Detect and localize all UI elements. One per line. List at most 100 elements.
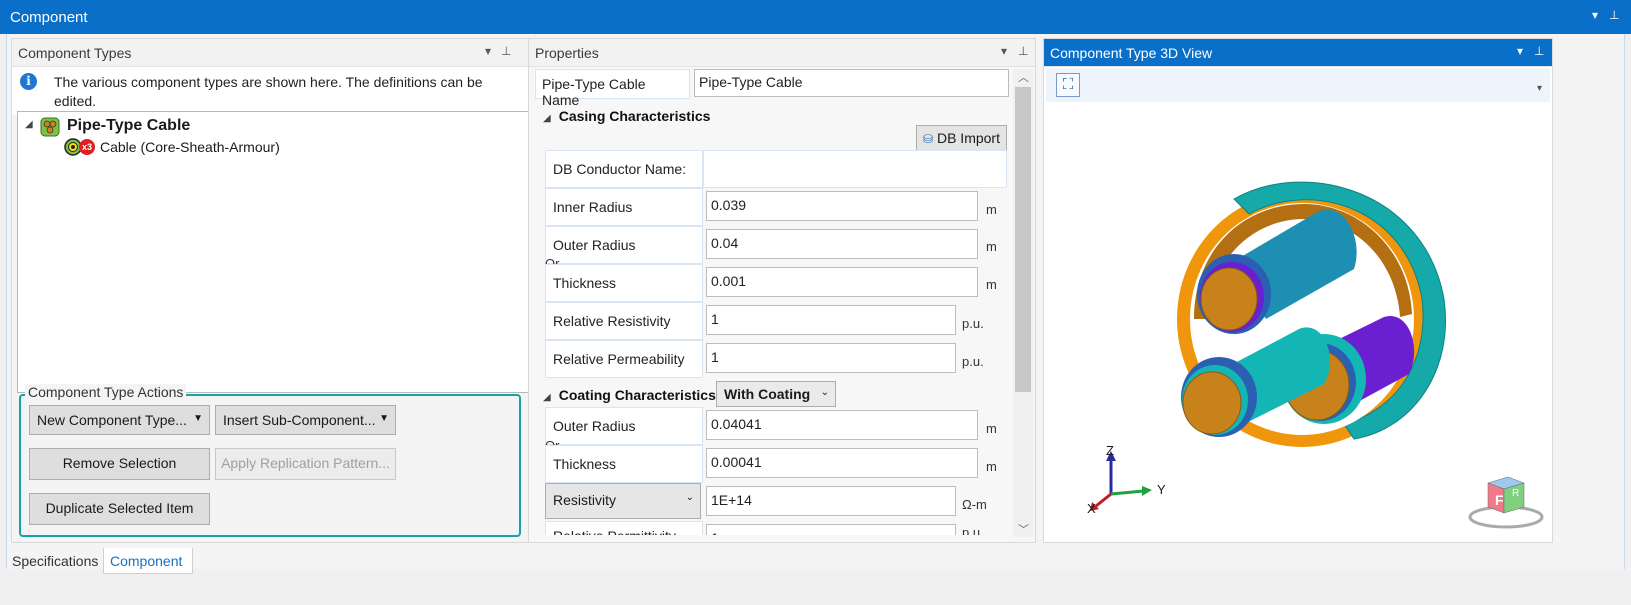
component-types-panel: Component Types ▾ ⊥ i The various compon… — [11, 38, 535, 543]
collapse-icon: ◢ — [543, 392, 551, 403]
thickness-label: Thickness — [545, 264, 703, 302]
new-component-type-label: New Component Type... — [37, 412, 187, 428]
inner-radius-unit: m — [986, 202, 997, 217]
fit-view-icon[interactable]: ⛶ — [1056, 73, 1080, 97]
coating-section-title: Coating Characteristics — [558, 387, 716, 403]
insert-sub-component-dropdown[interactable]: Insert Sub-Component... ▼ — [215, 405, 396, 435]
properties-pin-icon[interactable]: ⊥ — [1018, 44, 1028, 58]
replication-badge: x3 — [79, 139, 95, 155]
tab-component[interactable]: Component — [103, 548, 193, 574]
collapse-icon: ◢ — [543, 113, 551, 124]
cube-front-label: F — [1495, 492, 1504, 508]
view3d-menu-icon[interactable]: ▾ — [1517, 44, 1523, 58]
view3d-panel: Component Type 3D View ▾ ⊥ ⛶ ▾ Z Y X F R — [1043, 38, 1553, 543]
apply-replication-pattern-button[interactable]: Apply Replication Pattern... — [215, 448, 396, 480]
x-axis-line — [1095, 492, 1112, 508]
outer-radius-label: Outer Radius — [545, 226, 703, 264]
properties-panel: Properties ▾ ⊥ Pipe-Type Cable Name Pipe… — [528, 38, 1036, 543]
z-axis-label: Z — [1106, 443, 1114, 458]
db-import-label: DB Import — [936, 130, 1000, 146]
component-types-title: Component Types — [18, 45, 132, 61]
pipe-type-cable-icon — [40, 117, 60, 137]
new-component-type-dropdown[interactable]: New Component Type... ▼ — [29, 405, 210, 435]
tree-child-label: Cable (Core-Sheath-Armour) — [100, 139, 280, 155]
properties-title: Properties — [535, 45, 599, 61]
relative-permeability-input[interactable]: 1 — [706, 343, 956, 373]
inner-radius-input[interactable]: 0.039 — [706, 191, 978, 221]
coating-outer-radius-unit: m — [986, 421, 997, 436]
window-menu-icon[interactable]: ▾ — [1592, 8, 1598, 22]
component-tree: ◢ Pipe-Type Cable x3 Cable (Core-Sheath-… — [17, 111, 535, 393]
view-cube-icon[interactable] — [1466, 469, 1546, 529]
chevron-down-icon: ⌄ — [685, 492, 694, 503]
tree-root-label: Pipe-Type Cable — [67, 117, 191, 134]
info-banner: i The various component types are shown … — [12, 67, 530, 115]
info-text: The various component types are shown he… — [54, 74, 483, 109]
coating-thickness-unit: m — [986, 459, 997, 474]
inner-radius-label: Inner Radius — [545, 188, 703, 226]
resistivity-input[interactable]: 1E+14 — [706, 486, 956, 516]
component-types-pin-icon[interactable]: ⊥ — [501, 44, 511, 58]
relative-permittivity-unit: p.u. — [962, 525, 984, 535]
resistivity-label: Resistivity — [553, 492, 617, 508]
cube-right-label: R — [1512, 488, 1520, 499]
view3d-header: Component Type 3D View ▾ ⊥ — [1044, 39, 1552, 67]
window-title: Component — [10, 9, 88, 26]
properties-scroll-thumb[interactable] — [1015, 87, 1031, 392]
y-axis-line — [1110, 489, 1145, 496]
relative-permeability-label: Relative Permeability — [545, 340, 703, 378]
window-titlebar: Component ▾ ⊥ — [0, 0, 1631, 34]
properties-menu-icon[interactable]: ▾ — [1001, 44, 1007, 58]
properties-header: Properties ▾ ⊥ — [529, 39, 1035, 67]
db-import-button[interactable]: ⛁ DB Import — [916, 125, 1007, 151]
coating-thickness-label: Thickness — [545, 445, 703, 483]
x-axis-label: X — [1087, 501, 1096, 516]
toolbar-overflow-icon[interactable]: ▾ — [1537, 83, 1542, 94]
y-axis-label: Y — [1157, 482, 1166, 497]
db-conductor-label: DB Conductor Name: — [545, 150, 703, 188]
scroll-up-icon[interactable]: ︿ — [1018, 69, 1029, 85]
cable-name-input[interactable]: Pipe-Type Cable — [694, 69, 1009, 97]
view3d-title: Component Type 3D View — [1050, 45, 1213, 61]
axis-triad — [1090, 451, 1152, 511]
outer-radius-input[interactable]: 0.04 — [706, 229, 978, 259]
component-types-header: Component Types ▾ ⊥ — [12, 39, 530, 67]
resistivity-selector[interactable]: Resistivity ⌄ — [545, 483, 701, 519]
cable-name-label: Pipe-Type Cable Name — [535, 69, 690, 108]
chevron-down-icon: ▼ — [193, 413, 203, 424]
coating-mode-dropdown[interactable]: With Coating ⌄ — [716, 381, 836, 407]
outer-radius-unit: m — [986, 239, 997, 254]
view3d-pin-icon[interactable]: ⊥ — [1534, 44, 1544, 58]
component-types-menu-icon[interactable]: ▾ — [485, 44, 491, 58]
scroll-down-icon[interactable]: ﹀ — [1018, 521, 1029, 537]
cable-left-core — [1182, 371, 1242, 435]
cable-3d-render — [1177, 181, 1446, 447]
relative-resistivity-unit: p.u. — [962, 316, 984, 331]
coating-outer-radius-label: Outer Radius — [545, 407, 703, 445]
relative-resistivity-input[interactable]: 1 — [706, 305, 956, 335]
remove-selection-button[interactable]: Remove Selection — [29, 448, 210, 480]
y-axis-arrow — [1142, 486, 1152, 496]
coating-mode-label: With Coating — [724, 386, 811, 402]
insert-sub-component-label: Insert Sub-Component... — [223, 412, 376, 428]
coating-thickness-input[interactable]: 0.00041 — [706, 448, 978, 478]
relative-permittivity-label: Relative Permittivity — [545, 521, 703, 535]
thickness-input[interactable]: 0.001 — [706, 267, 978, 297]
duplicate-selected-item-button[interactable]: Duplicate Selected Item — [29, 493, 210, 525]
chevron-down-icon: ▼ — [379, 413, 389, 424]
casing-section-title: Casing Characteristics — [558, 108, 711, 124]
database-icon: ⛁ — [923, 132, 934, 146]
coating-outer-radius-input[interactable]: 0.04041 — [706, 410, 978, 440]
casing-section-header[interactable]: ◢ Casing Characteristics — [543, 108, 710, 124]
view3d-toolbar: ⛶ ▾ — [1046, 68, 1550, 102]
coating-section-header[interactable]: ◢ Coating Characteristics — [543, 387, 716, 403]
resistivity-unit: Ω-m — [962, 497, 987, 512]
tab-specifications[interactable]: Specifications — [6, 548, 106, 574]
relative-permittivity-input[interactable]: 1 — [706, 524, 956, 535]
info-icon: i — [20, 73, 37, 90]
collapse-icon[interactable]: ◢ — [25, 119, 33, 130]
actions-group-title: Component Type Actions — [25, 384, 187, 400]
window-pin-icon[interactable]: ⊥ — [1609, 8, 1619, 22]
db-conductor-value[interactable] — [703, 150, 1007, 188]
thickness-unit: m — [986, 277, 997, 292]
